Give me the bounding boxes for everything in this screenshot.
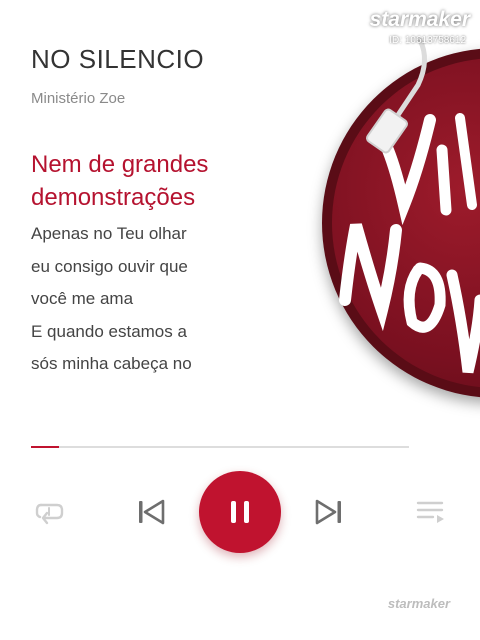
song-title: NO SILENCIO bbox=[31, 44, 205, 74]
current-lyric-line: demonstrações bbox=[31, 184, 196, 211]
starmaker-watermark: starmaker bbox=[369, 8, 470, 31]
current-lyric-line: Nem de grandes bbox=[31, 151, 209, 178]
lyric-line: eu consigo ouvir que bbox=[31, 256, 188, 276]
playlist-icon bbox=[416, 501, 444, 523]
skip-next-icon bbox=[315, 499, 341, 525]
pause-icon bbox=[231, 501, 249, 523]
skip-previous-icon bbox=[139, 499, 165, 525]
repeat-button[interactable] bbox=[32, 496, 68, 528]
next-button[interactable] bbox=[312, 496, 346, 528]
pause-button[interactable] bbox=[199, 471, 281, 553]
lyric-line: E quando estamos a bbox=[31, 321, 187, 341]
progress-fill bbox=[31, 446, 60, 448]
user-id-watermark: ID: 10613758612 bbox=[389, 35, 466, 46]
lyric-line: sós minha cabeça no bbox=[31, 354, 192, 373]
previous-button[interactable] bbox=[134, 496, 168, 528]
playlist-button[interactable] bbox=[413, 496, 449, 528]
repeat-icon bbox=[35, 503, 64, 525]
progress-bar[interactable] bbox=[31, 446, 409, 448]
lyric-line: Apenas no Teu olhar bbox=[31, 224, 187, 243]
starmaker-footer-logo: starmaker bbox=[387, 596, 450, 611]
lyric-line: você me ama bbox=[31, 289, 134, 308]
artist-name: Ministério Zoe bbox=[31, 90, 126, 107]
lyrics-panel: Nem de grandes demonstrações Apenas no T… bbox=[31, 148, 271, 381]
